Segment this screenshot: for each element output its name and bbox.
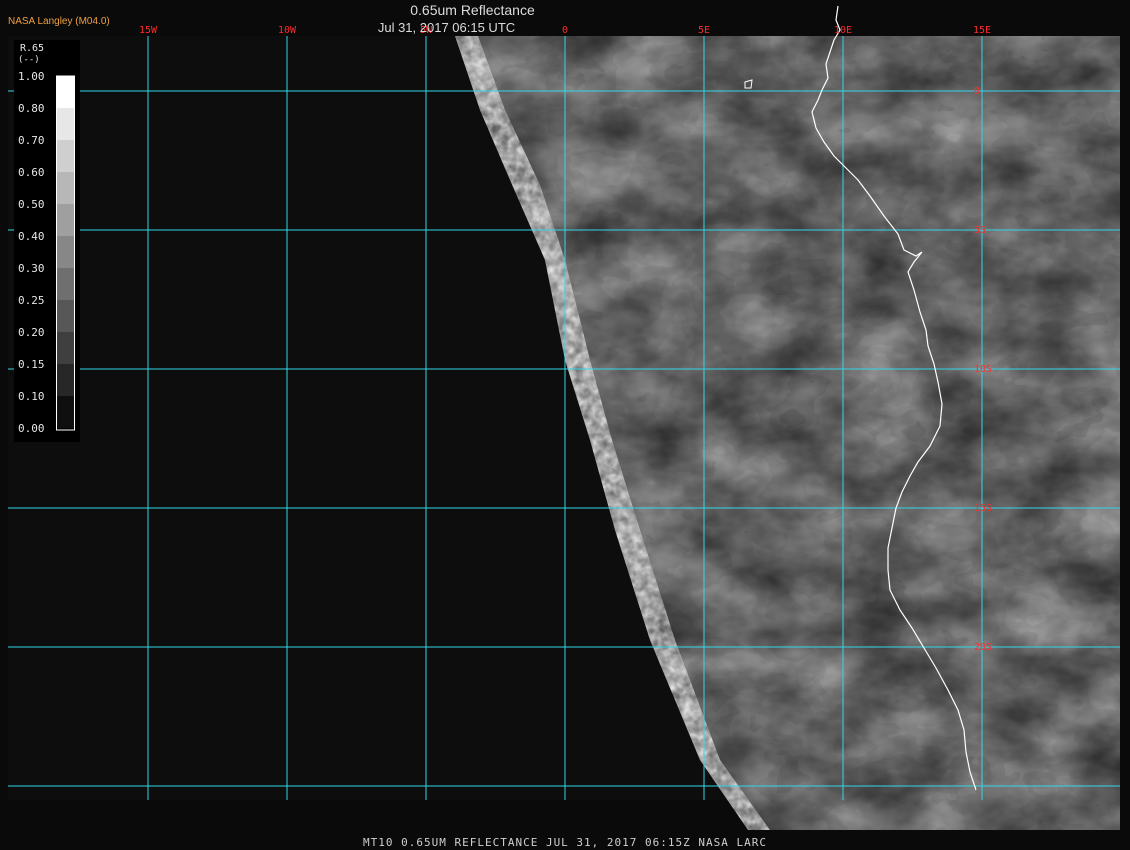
legend-swatch (56, 204, 74, 236)
image-title: 0.65um Reflectance (410, 2, 535, 18)
legend-swatch (56, 396, 74, 428)
legend-label: 0.20 (18, 326, 45, 339)
satellite-map: 15W 10W 5W 0 5E 10E 15E05S10S15S20S (0, 0, 1130, 850)
legend-units: (--) (18, 55, 40, 65)
legend-swatch (56, 332, 74, 364)
latitude-label: 0 (974, 86, 980, 97)
legend-swatch (56, 364, 74, 396)
footer-caption: MT10 0.65UM REFLECTANCE JUL 31, 2017 06:… (363, 836, 767, 849)
legend-label: 0.50 (18, 198, 45, 211)
latitude-label: 10S (974, 364, 992, 375)
legend-label: 1.00 (18, 70, 45, 83)
legend-label: 0.30 (18, 262, 45, 275)
legend-label: 0.00 (18, 422, 45, 435)
image-datetime: Jul 31, 2017 06:15 UTC (377, 20, 516, 35)
legend-swatch (56, 140, 74, 172)
legend-title: R.65 (20, 43, 45, 54)
legend-swatch (56, 300, 74, 332)
legend-swatch (56, 172, 74, 204)
legend-label: 0.40 (18, 230, 45, 243)
legend-swatch (56, 108, 74, 140)
credit-label: NASA Langley (M04.0) (8, 16, 110, 27)
latitude-label: 5S (974, 225, 986, 236)
latitude-label: 15S (974, 503, 992, 514)
legend-label: 0.80 (18, 102, 45, 115)
legend-swatch (56, 236, 74, 268)
legend-label: 0.15 (18, 358, 45, 371)
legend-color-bar (56, 75, 75, 431)
latitude-label: 20S (974, 642, 992, 653)
longitude-label: 15E (973, 25, 991, 36)
legend-label: 0.10 (18, 390, 45, 403)
legend-swatch (56, 268, 74, 300)
legend-swatch (56, 76, 74, 108)
legend-label: 0.70 (18, 134, 45, 147)
legend-label: 0.25 (18, 294, 45, 307)
legend-label: 0.60 (18, 166, 45, 179)
